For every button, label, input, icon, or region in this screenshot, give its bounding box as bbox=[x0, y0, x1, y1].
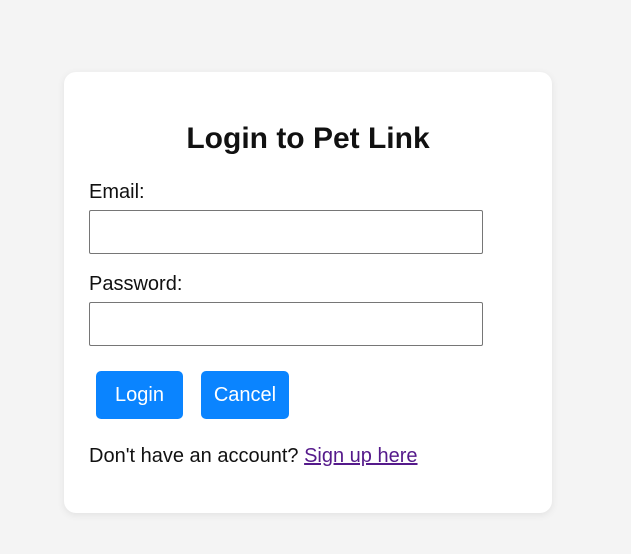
signup-row: Don't have an account? Sign up here bbox=[89, 444, 418, 468]
signup-prompt: Don't have an account? bbox=[89, 445, 299, 467]
email-field[interactable] bbox=[89, 210, 483, 254]
email-label: Email: bbox=[89, 181, 145, 203]
password-field[interactable] bbox=[89, 302, 483, 346]
login-card: Login to Pet Link Email: Password: Login… bbox=[64, 72, 552, 513]
login-button[interactable]: Login bbox=[96, 371, 183, 419]
cancel-button[interactable]: Cancel bbox=[201, 371, 289, 419]
signup-link[interactable]: Sign up here bbox=[304, 445, 417, 467]
password-label: Password: bbox=[89, 273, 183, 295]
page-title: Login to Pet Link bbox=[186, 122, 430, 155]
